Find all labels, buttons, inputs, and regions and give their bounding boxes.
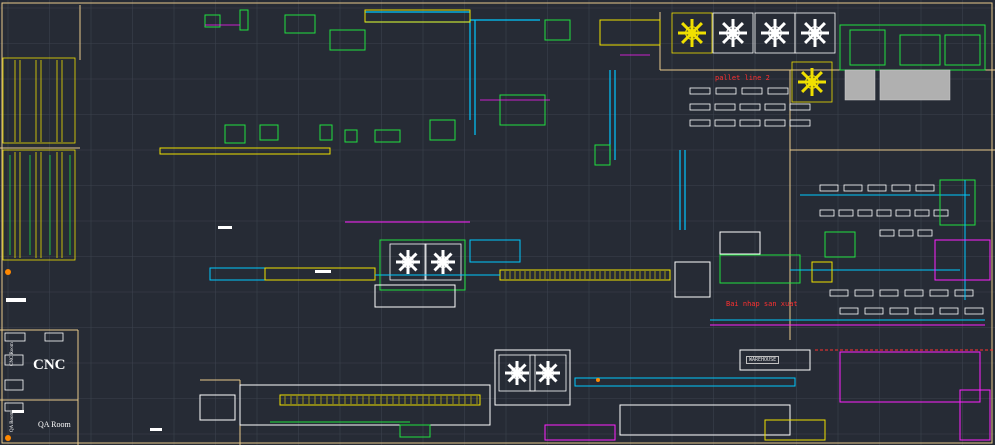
workstation-bench: [904, 289, 924, 297]
warehouse-boxed-label: WAREHOUSE: [746, 356, 780, 364]
workstation-bench: [764, 103, 786, 111]
workstation-bench: [933, 209, 949, 217]
palletizer-star: [712, 12, 754, 54]
top-left-machines: [204, 9, 611, 166]
workstation-bench: [915, 184, 935, 192]
palletizer-star: [794, 12, 836, 54]
workstation-bench: [789, 103, 811, 111]
workstation-bench: [864, 307, 884, 315]
palletizer-star: [498, 354, 536, 392]
cad-layout-viewport[interactable]: CNC QA Room CNC Room QA Room pallet line…: [0, 0, 995, 445]
palletizer-star: [754, 12, 796, 54]
workstation-bench: [714, 119, 736, 127]
workstation-bench: [789, 119, 811, 127]
workstation-bench: [843, 184, 863, 192]
right-top-cell: [839, 24, 986, 71]
left-storage-racks: [2, 57, 76, 261]
cnc-room-label: CNC: [33, 357, 66, 373]
right-top-grey-blocks: [844, 69, 951, 101]
workstation-bench: [689, 87, 711, 95]
workstation-bench: [838, 209, 854, 217]
workstation-bench: [964, 307, 984, 315]
workstation-bench: [917, 229, 933, 237]
palletizer-star: [791, 61, 833, 103]
workstation-bench: [714, 103, 736, 111]
workstation-bench: [764, 119, 786, 127]
cnc-room-small-label: CNC Room: [10, 342, 15, 366]
workstation-bench: [819, 209, 835, 217]
workstation-bench: [914, 209, 930, 217]
workstation-bench: [715, 87, 737, 95]
workstation-bench: [876, 209, 892, 217]
workstation-bench: [689, 103, 711, 111]
building-walls: [0, 2, 995, 445]
workstation-bench: [879, 289, 899, 297]
workstation-bench: [767, 87, 789, 95]
workstation-bench: [854, 289, 874, 297]
factory-floor-plan: [0, 0, 995, 445]
belt-rollers: [284, 271, 666, 404]
workstation-bench: [891, 184, 911, 192]
workstation-bench: [839, 307, 859, 315]
pallet-note-label: pallet line 2: [715, 74, 770, 82]
bottom-production-line: [199, 349, 995, 441]
workstation-bench: [829, 289, 849, 297]
workstation-bench: [867, 184, 887, 192]
workstation-bench: [954, 289, 974, 297]
qa-room-label: QA Room: [38, 420, 71, 429]
palletizer-star: [671, 12, 713, 54]
workstation-bench: [741, 87, 763, 95]
workstation-bench: [879, 229, 895, 237]
workstation-bench: [914, 307, 934, 315]
workstation-bench: [739, 103, 761, 111]
workstation-bench: [819, 184, 839, 192]
workstation-bench: [929, 289, 949, 297]
grid-lines: [0, 0, 995, 445]
workstation-bench: [898, 229, 914, 237]
top-yellow-belt: [159, 9, 661, 155]
qa-room-small-label: QA Room: [10, 411, 15, 432]
workstation-bench: [895, 209, 911, 217]
left-rack-green-markers: [9, 155, 71, 255]
production-note-label: Bai nhap san xuat: [726, 300, 798, 308]
workstation-bench: [739, 119, 761, 127]
palletizer-star: [529, 354, 567, 392]
workstation-bench: [689, 119, 711, 127]
workstation-bench: [857, 209, 873, 217]
workstation-bench: [939, 307, 959, 315]
workstation-bench: [889, 307, 909, 315]
